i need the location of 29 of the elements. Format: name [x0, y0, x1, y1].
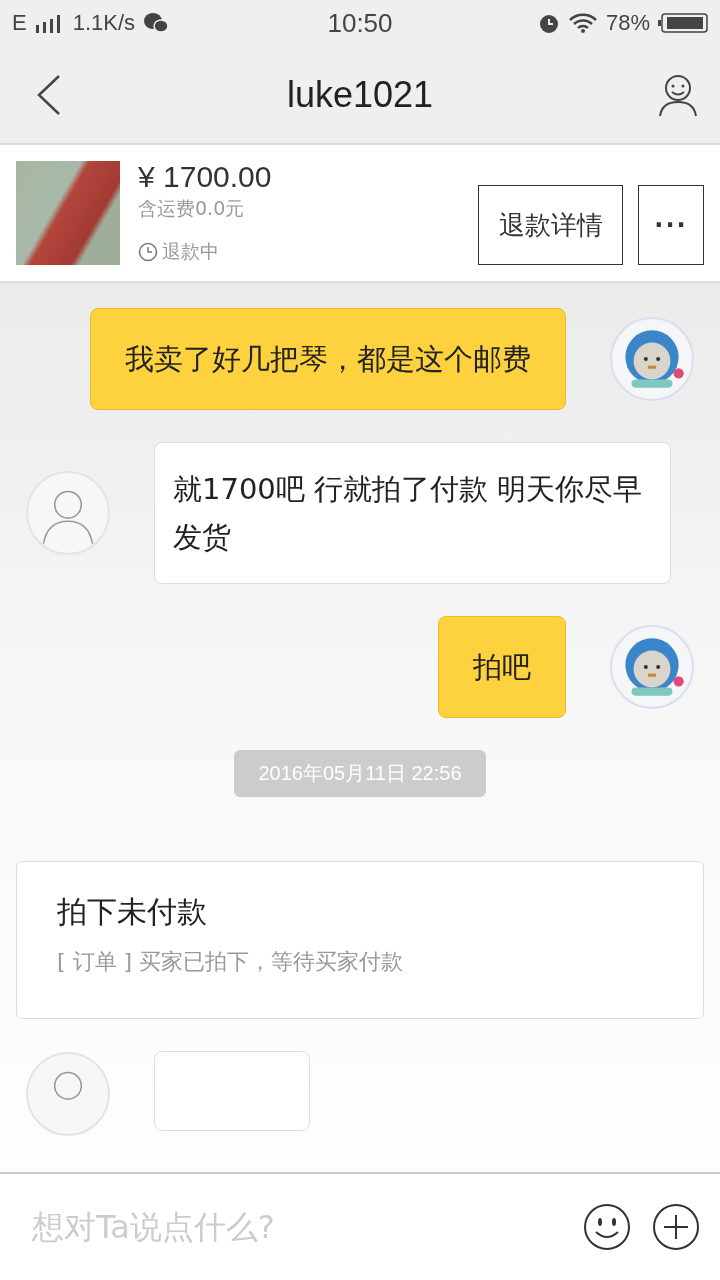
back-icon[interactable] [36, 73, 62, 116]
battery-percent: 78% [605, 10, 650, 36]
profile-icon[interactable] [658, 72, 698, 117]
network-type: E [12, 10, 27, 36]
clock-icon [138, 242, 158, 262]
network-speed: 1.1K/s [72, 10, 136, 36]
battery-icon [658, 12, 708, 34]
order-card-text: [ 订单 ] 买家已拍下，等待买家付款 [57, 948, 405, 976]
wifi-icon [567, 12, 598, 34]
seal-avatar-icon[interactable] [609, 624, 695, 710]
chat-bubbles-icon [143, 12, 170, 34]
alarm-icon [537, 12, 560, 34]
order-card-title: 拍下未付款 [57, 893, 208, 931]
chat-title: luke1021 [286, 73, 434, 116]
emoji-icon[interactable] [582, 1202, 632, 1252]
sent-message-bubble: 拍吧 [438, 616, 566, 718]
received-message-bubble: 就1700吧 行就拍了付款 明天你尽早发货 [154, 442, 671, 584]
sent-message-bubble: 我卖了好几把琴，都是这个邮费 [90, 308, 566, 410]
seal-avatar-icon[interactable] [609, 316, 695, 402]
avatar-icon[interactable] [25, 470, 111, 556]
order-card[interactable]: 拍下未付款 [ 订单 ] 买家已拍下，等待买家付款 [16, 861, 704, 1019]
clock-time: 10:50 [327, 7, 393, 39]
refund-status: 退款中 [162, 239, 219, 264]
more-button[interactable]: ··· [638, 185, 704, 265]
guitar-photo-placeholder[interactable] [16, 161, 120, 265]
refund-details-button[interactable]: 退款详情 [478, 185, 623, 265]
product-price: ¥ 1700.00 [138, 161, 273, 193]
plus-icon[interactable] [652, 1203, 700, 1251]
shipping-fee: 含运费0.0元 [138, 196, 246, 221]
